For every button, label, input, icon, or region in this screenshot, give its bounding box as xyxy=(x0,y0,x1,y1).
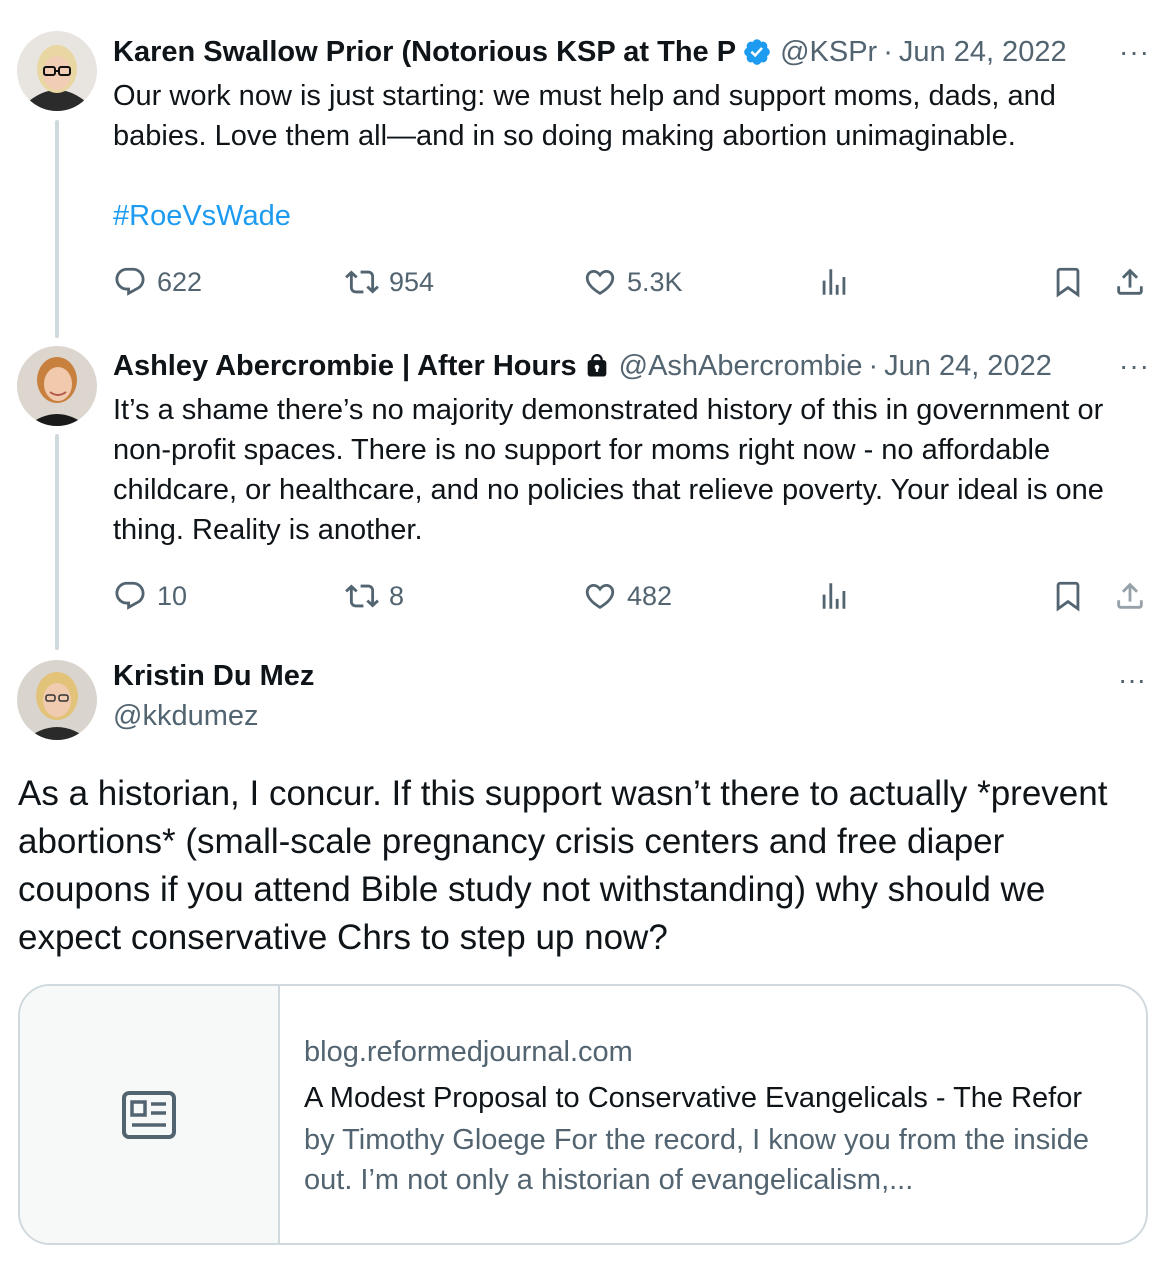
thread-line xyxy=(55,434,59,650)
more-options-icon[interactable]: ··· xyxy=(1105,352,1150,380)
verified-badge-icon xyxy=(742,37,772,67)
main-author-handle[interactable]: @kkdumez xyxy=(113,700,258,733)
hashtag-link[interactable]: #RoeVsWade xyxy=(113,200,291,232)
separator-dot: · xyxy=(868,349,879,382)
avatar[interactable] xyxy=(17,660,97,740)
share-button[interactable] xyxy=(1113,262,1147,302)
bookmark-icon xyxy=(1056,267,1080,298)
tweet-text: It’s a shame there’s no majority demonst… xyxy=(113,390,1150,550)
author-name[interactable]: Ashley Abercrombie | After Hours xyxy=(113,350,577,383)
reply-button[interactable]: 10 xyxy=(113,576,187,616)
tweet-actions: 622 954 5.3K xyxy=(113,262,1150,302)
article-icon xyxy=(122,1090,176,1139)
like-count: 482 xyxy=(627,580,673,611)
bookmark-icon xyxy=(1056,581,1080,612)
more-options-icon[interactable]: ··· xyxy=(1118,664,1146,696)
reply-icon xyxy=(115,581,145,610)
thread-line xyxy=(55,120,59,338)
views-chart-icon xyxy=(822,583,846,609)
reply-button[interactable]: 622 xyxy=(113,262,202,302)
link-card-body: blog.reformedjournal.com A Modest Propos… xyxy=(280,986,1146,1243)
tweet[interactable]: Karen Swallow Prior (Notorious KSP at Th… xyxy=(113,32,1150,236)
tweet-hashtags: #RoeVsWade xyxy=(113,196,1150,236)
tweet-text-body: Our work now is just starting: we must h… xyxy=(113,80,1056,152)
bookmark-button[interactable] xyxy=(1051,262,1085,302)
retweet-count: 954 xyxy=(389,266,435,297)
more-options-icon[interactable]: ··· xyxy=(1105,38,1150,66)
link-card-domain: blog.reformedjournal.com xyxy=(304,1036,633,1068)
reply-count: 10 xyxy=(157,580,188,611)
views-button[interactable] xyxy=(817,576,851,616)
separator-dot: · xyxy=(883,35,893,68)
avatar[interactable] xyxy=(17,346,97,426)
reply-icon xyxy=(115,267,145,296)
reply-count: 622 xyxy=(157,266,203,297)
share-icon xyxy=(1117,268,1143,295)
tweet-text: Our work now is just starting: we must h… xyxy=(113,76,1150,156)
share-button[interactable] xyxy=(1113,576,1147,616)
retweet-icon xyxy=(345,584,379,608)
views-chart-icon xyxy=(822,269,846,295)
main-author-name[interactable]: Kristin Du Mez xyxy=(113,660,314,693)
link-card[interactable]: blog.reformedjournal.com A Modest Propos… xyxy=(18,984,1148,1245)
heart-icon xyxy=(585,269,615,295)
author-name[interactable]: Karen Swallow Prior (Notorious KSP at Th… xyxy=(113,36,736,69)
avatar[interactable] xyxy=(17,31,97,111)
main-tweet-text: As a historian, I concur. If this suppor… xyxy=(18,774,1108,957)
tweet-date[interactable]: Jun 24, 2022 xyxy=(899,36,1067,69)
like-button[interactable]: 5.3K xyxy=(583,262,683,302)
author-handle[interactable]: @KSPr xyxy=(780,36,877,69)
heart-icon xyxy=(585,583,615,609)
retweet-button[interactable]: 8 xyxy=(345,576,404,616)
retweet-icon xyxy=(345,270,379,294)
link-card-description: by Timothy Gloege For the record, I know… xyxy=(304,1124,1089,1196)
tweet-text-body: It’s a shame there’s no majority demonst… xyxy=(113,394,1104,546)
tweet-date[interactable]: Jun 24, 2022 xyxy=(884,350,1052,383)
tweet-actions: 10 8 482 xyxy=(113,576,1150,616)
like-count: 5.3K xyxy=(627,266,683,297)
retweet-count: 8 xyxy=(389,580,405,611)
share-icon xyxy=(1117,582,1143,609)
tweet-header: Karen Swallow Prior (Notorious KSP at Th… xyxy=(113,32,1150,72)
tweet[interactable]: Ashley Abercrombie | After Hours @AshAbe… xyxy=(113,346,1150,550)
tweet-header: Ashley Abercrombie | After Hours @AshAbe… xyxy=(113,346,1150,386)
retweet-button[interactable]: 954 xyxy=(345,262,434,302)
author-handle[interactable]: @AshAbercrombie xyxy=(619,350,863,383)
like-button[interactable]: 482 xyxy=(583,576,672,616)
bookmark-button[interactable] xyxy=(1051,576,1085,616)
lock-icon xyxy=(583,351,611,381)
views-button[interactable] xyxy=(817,262,851,302)
link-card-title: A Modest Proposal to Conservative Evange… xyxy=(304,1082,1083,1114)
link-card-thumbnail xyxy=(20,986,280,1243)
